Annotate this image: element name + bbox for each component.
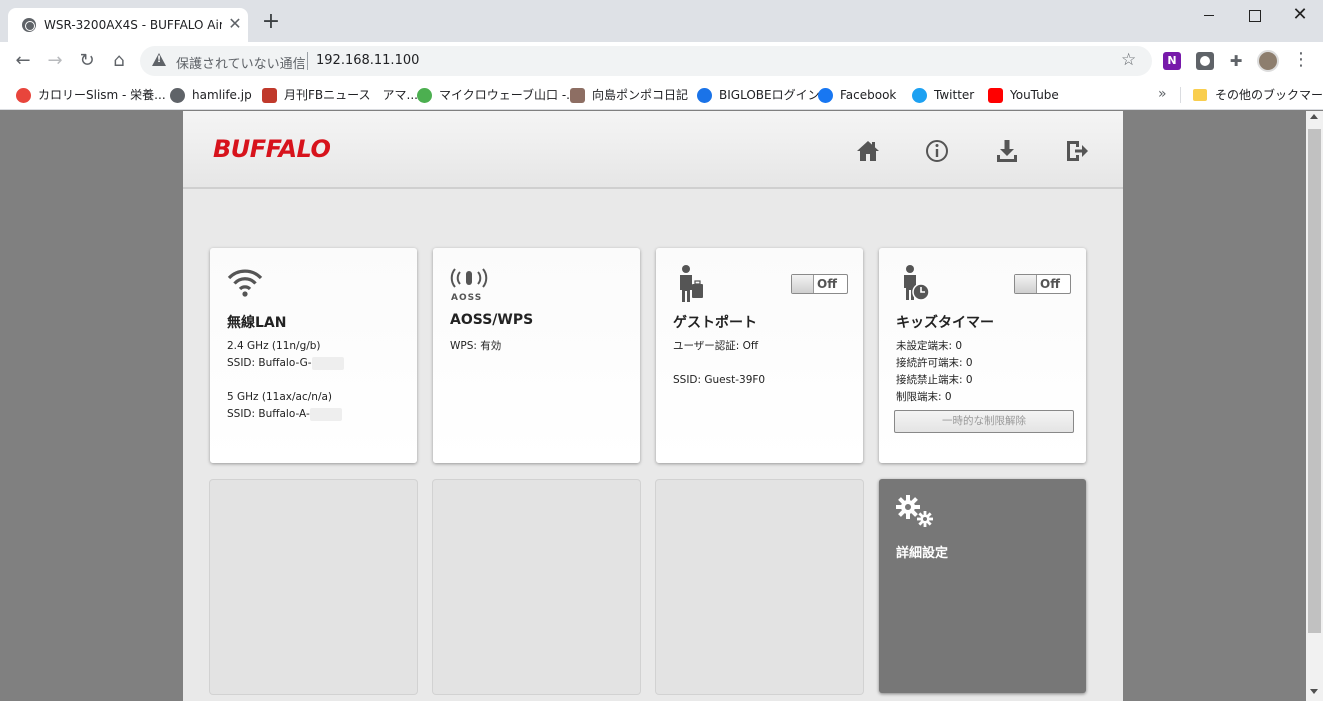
guest-toggle-label: Off bbox=[817, 277, 837, 291]
puzzle-icon[interactable]: ✚ bbox=[1227, 52, 1245, 70]
temporary-release-button[interactable]: 一時的な制限解除 bbox=[894, 410, 1074, 433]
facebook-icon bbox=[818, 88, 833, 103]
bookmark-favicon-icon bbox=[570, 88, 585, 103]
home-browser-icon[interactable]: ⌂ bbox=[108, 50, 130, 72]
warning-icon[interactable] bbox=[152, 53, 166, 66]
aoss-icon-label: AOSS bbox=[451, 293, 483, 303]
tab-close-icon[interactable]: ✕ bbox=[226, 15, 244, 33]
kids-timer-card[interactable]: Off キッズタイマー 未設定端末: 0 接続許可端末: 0 接続禁止端末: 0… bbox=[879, 248, 1086, 463]
guest-port-toggle[interactable]: Off bbox=[791, 274, 848, 294]
aoss-wps-details: WPS: 有効 bbox=[450, 338, 501, 355]
bookmarks-bar: カロリーSlism - 栄養... hamlife.jp 月刊FBニュース アマ… bbox=[0, 80, 1323, 110]
guest-port-card[interactable]: Off ゲストポート ユーザー認証: Off SSID: Guest-39F0 bbox=[656, 248, 863, 463]
download-icon[interactable] bbox=[993, 137, 1021, 165]
youtube-icon bbox=[988, 88, 1003, 103]
kids-timer-toggle[interactable]: Off bbox=[1014, 274, 1071, 294]
kids-toggle-label: Off bbox=[1040, 277, 1060, 291]
guest-port-details: ユーザー認証: Off SSID: Guest-39F0 bbox=[673, 338, 765, 389]
empty-tile bbox=[433, 480, 640, 694]
new-tab-button[interactable]: + bbox=[260, 11, 282, 34]
extension-icon[interactable] bbox=[1196, 52, 1214, 70]
globe-icon bbox=[170, 88, 185, 103]
aoss-wps-card[interactable]: AOSS AOSS/WPS WPS: 有効 bbox=[433, 248, 640, 463]
bookmark-favicon-icon bbox=[417, 88, 432, 103]
wireless-lan-card[interactable]: 無線LAN 2.4 GHz (11n/g/b) SSID: Buffalo-G-… bbox=[210, 248, 417, 463]
band-24ghz: 2.4 GHz (11n/g/b) bbox=[227, 340, 321, 352]
aoss-wps-title: AOSS/WPS bbox=[450, 312, 534, 328]
redacted-text bbox=[309, 407, 342, 421]
omnibox-separator bbox=[307, 52, 308, 70]
home-icon[interactable] bbox=[854, 137, 882, 165]
buffalo-logo: BUFFALO bbox=[213, 135, 331, 163]
scroll-up-arrow-icon[interactable] bbox=[1310, 114, 1318, 119]
logout-icon[interactable] bbox=[1063, 137, 1091, 165]
kids-timer-icon bbox=[899, 264, 931, 308]
gears-icon bbox=[895, 494, 935, 534]
ssid-5ghz-row: SSID: Buffalo-A- bbox=[227, 406, 344, 423]
kids-timer-title: キッズタイマー bbox=[896, 315, 994, 331]
band-5ghz: 5 GHz (11ax/ac/n/a) bbox=[227, 391, 333, 403]
allowed-devices: 接続許可端末: 0 bbox=[896, 357, 973, 369]
ssid-24ghz-row: SSID: Buffalo-G- bbox=[227, 355, 344, 372]
wireless-lan-title: 無線LAN bbox=[227, 315, 287, 331]
empty-tile bbox=[656, 480, 863, 694]
browser-titlebar: WSR-3200AX4S - BUFFALO AirStation ✕ + ✕ bbox=[0, 0, 1323, 42]
guest-ssid: SSID: Guest-39F0 bbox=[673, 374, 766, 386]
globe-icon bbox=[22, 18, 36, 32]
unset-devices: 未設定端末: 0 bbox=[896, 340, 963, 352]
bookmark-favicon-icon bbox=[262, 88, 277, 103]
browser-tab[interactable]: WSR-3200AX4S - BUFFALO AirStation ✕ bbox=[8, 8, 248, 42]
bookmarks-separator bbox=[1180, 87, 1181, 103]
scroll-down-arrow-icon[interactable] bbox=[1310, 689, 1318, 694]
bookmark-favicon-icon bbox=[697, 88, 712, 103]
toggle-knob bbox=[792, 275, 814, 293]
kids-timer-details: 未設定端末: 0 接続許可端末: 0 接続禁止端末: 0 制限端末: 0 bbox=[896, 338, 973, 406]
advanced-settings-card[interactable]: 詳細設定 bbox=[879, 479, 1086, 693]
folder-icon bbox=[1193, 89, 1207, 101]
url-text[interactable]: 192.168.11.100 bbox=[316, 53, 419, 68]
guest-auth: ユーザー認証: Off bbox=[673, 340, 759, 352]
guest-port-title: ゲストポート bbox=[673, 315, 757, 331]
bookmark-favicon-icon bbox=[16, 88, 31, 103]
browser-toolbar: ← → ↻ ⌂ 保護されていない通信 192.168.11.100 ☆ N ✚ … bbox=[0, 42, 1323, 80]
app-header: BUFFALO bbox=[183, 111, 1123, 189]
ssid-5ghz: SSID: Buffalo-A- bbox=[227, 408, 310, 420]
page-viewport: BUFFALO 無線LAN 2.4 GHz (11n/g/b) SSID: Bu… bbox=[0, 111, 1306, 701]
empty-tile bbox=[210, 480, 417, 694]
wps-status: WPS: 有効 bbox=[450, 340, 502, 352]
aoss-icon bbox=[449, 266, 489, 310]
minimize-button[interactable] bbox=[1186, 0, 1232, 32]
redacted-text bbox=[311, 356, 344, 370]
menu-dots-icon[interactable]: ⋮ bbox=[1292, 50, 1310, 72]
back-arrow-icon[interactable]: ← bbox=[12, 50, 34, 72]
address-bar[interactable]: 保護されていない通信 192.168.11.100 ☆ bbox=[140, 46, 1152, 76]
maximize-button[interactable] bbox=[1231, 0, 1277, 32]
info-icon[interactable] bbox=[923, 137, 951, 165]
router-admin-panel: BUFFALO 無線LAN 2.4 GHz (11n/g/b) SSID: Bu… bbox=[183, 111, 1123, 701]
blocked-devices: 接続禁止端末: 0 bbox=[896, 374, 973, 386]
toggle-knob bbox=[1015, 275, 1037, 293]
scroll-thumb[interactable] bbox=[1308, 129, 1321, 633]
guest-person-icon bbox=[676, 264, 706, 308]
twitter-icon bbox=[912, 88, 927, 103]
forward-arrow-icon[interactable]: → bbox=[44, 50, 66, 72]
reload-icon[interactable]: ↻ bbox=[76, 50, 98, 72]
security-warning[interactable]: 保護されていない通信 bbox=[176, 53, 306, 72]
tab-title: WSR-3200AX4S - BUFFALO AirStation bbox=[44, 18, 222, 32]
wifi-icon bbox=[226, 266, 264, 302]
bookmark-star-icon[interactable]: ☆ bbox=[1121, 50, 1136, 70]
onenote-extension-icon[interactable]: N bbox=[1163, 52, 1181, 70]
window-close-button[interactable]: ✕ bbox=[1277, 0, 1323, 32]
limited-devices: 制限端末: 0 bbox=[896, 391, 952, 403]
vertical-scrollbar[interactable] bbox=[1306, 111, 1323, 701]
more-bookmarks-icon[interactable]: » bbox=[1158, 86, 1167, 102]
wireless-lan-details: 2.4 GHz (11n/g/b) SSID: Buffalo-G- 5 GHz… bbox=[227, 338, 344, 423]
advanced-settings-title: 詳細設定 bbox=[896, 546, 949, 561]
profile-avatar[interactable] bbox=[1257, 50, 1279, 72]
ssid-24ghz: SSID: Buffalo-G- bbox=[227, 357, 312, 369]
